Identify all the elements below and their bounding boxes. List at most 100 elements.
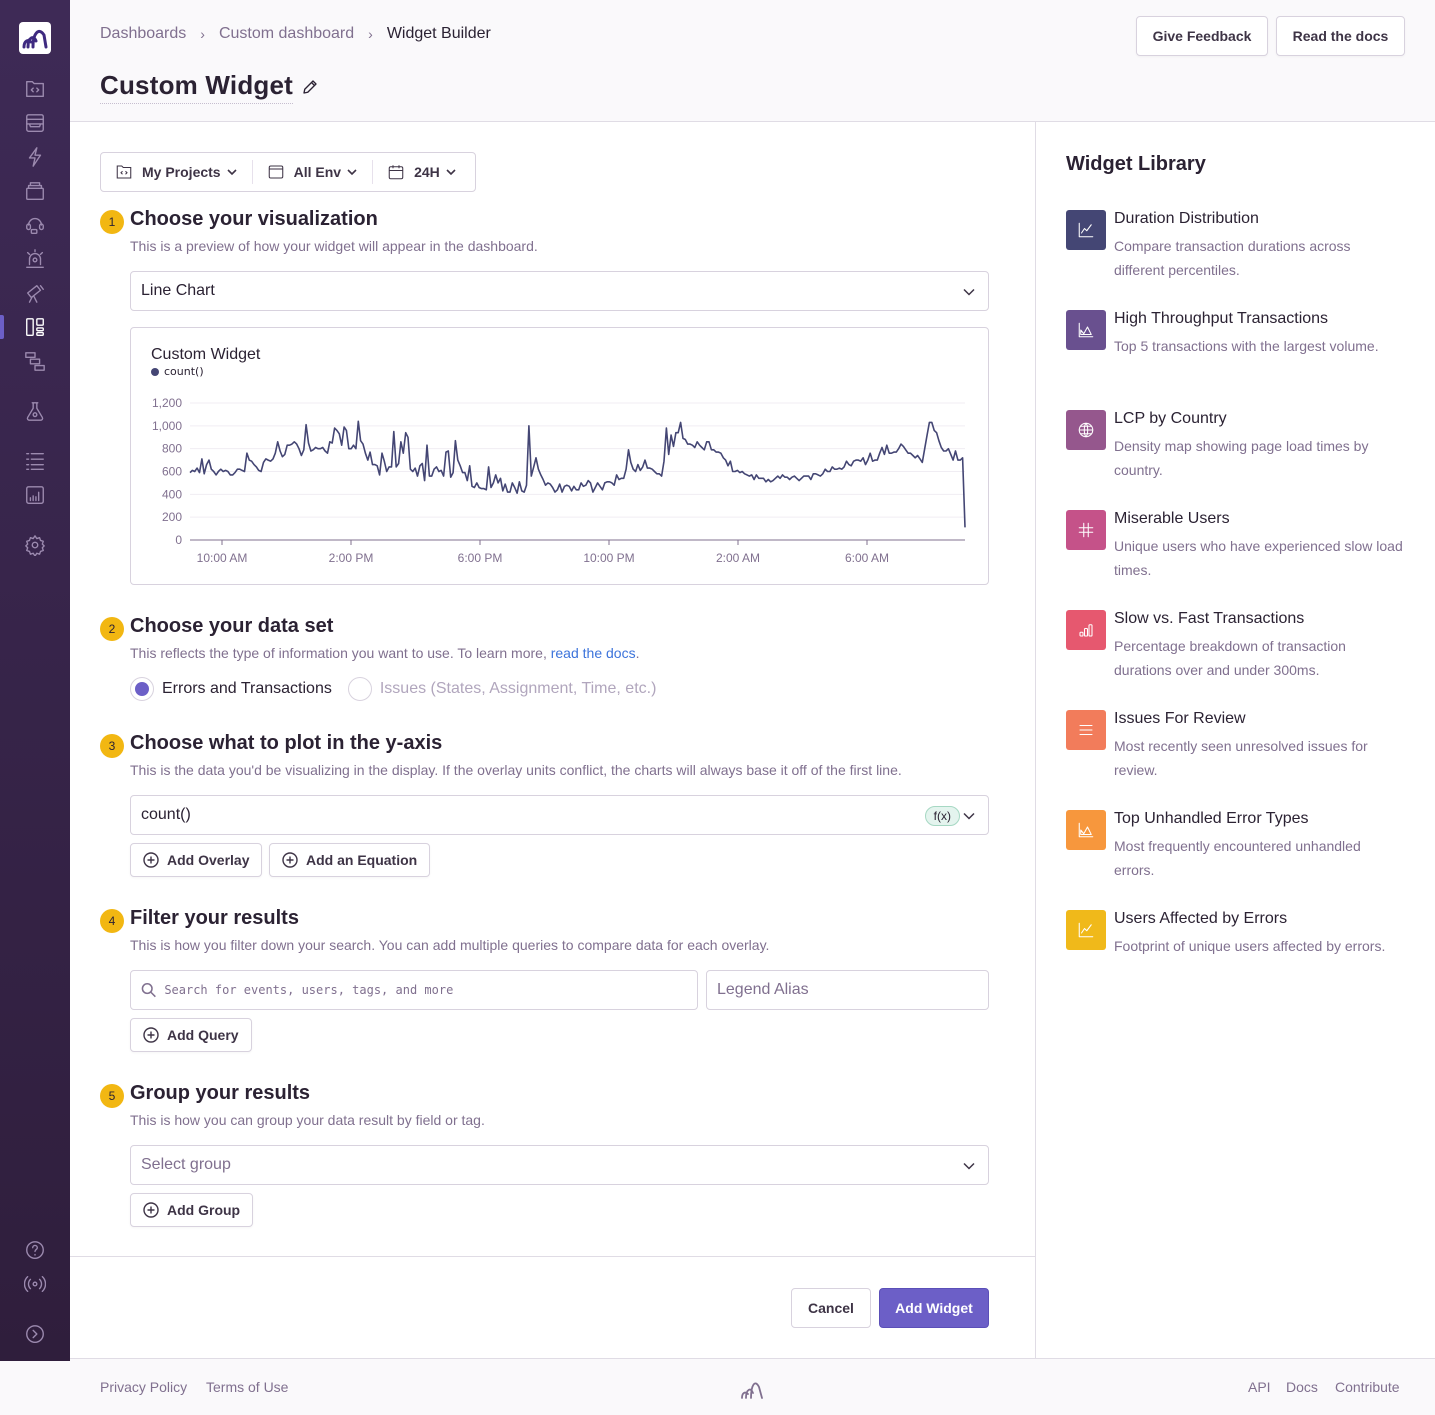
widget-icon-tile <box>1066 510 1106 550</box>
dataset-radio-group: Errors and Transactions Issues (States, … <box>130 677 672 701</box>
sidebar-item-performance[interactable] <box>23 145 47 169</box>
add-circle-icon <box>143 1027 159 1043</box>
pencil-icon[interactable] <box>301 78 319 96</box>
add-overlay-button[interactable]: Add Overlay <box>130 843 263 877</box>
list-icon <box>1079 724 1093 736</box>
add-circle-icon <box>282 852 298 868</box>
legend-alias-input[interactable] <box>706 970 989 1010</box>
x-tick-label: 2:00 PM <box>329 551 374 565</box>
calendar-icon <box>388 165 404 180</box>
sidebar-item-stats[interactable] <box>23 483 47 507</box>
y-tick-label: 1,000 <box>152 419 182 433</box>
globe-icon <box>1078 422 1094 438</box>
widget-icon-tile <box>1066 610 1106 650</box>
lightning-icon <box>28 147 42 167</box>
widget-icon-tile <box>1066 410 1106 450</box>
y-tick-label: 400 <box>162 487 182 501</box>
legend-label: count() <box>164 365 204 378</box>
search-input[interactable] <box>164 983 687 997</box>
cancel-button[interactable]: Cancel <box>791 1288 871 1328</box>
sidebar-collapse-button[interactable] <box>23 1322 47 1346</box>
chart-legend[interactable]: count() <box>151 365 204 378</box>
step-description: This is the data you'd be visualizing in… <box>130 762 902 778</box>
sidebar-item-issues[interactable] <box>23 111 47 135</box>
y-tick-label: 800 <box>162 442 182 456</box>
active-indicator <box>0 315 4 339</box>
widget-library-item-desc: Most frequently encountered unhandled er… <box>1114 838 1361 878</box>
add-group-label: Add Group <box>167 1202 241 1218</box>
sidebar-item-releases[interactable] <box>23 179 47 203</box>
dataset-option-label[interactable]: Errors and Transactions <box>162 680 332 698</box>
sentry-logo-icon <box>22 30 48 49</box>
step-number: 3 <box>100 734 124 758</box>
chevron-down-icon <box>446 169 456 176</box>
widget-library-title: Widget Library <box>1066 153 1206 175</box>
y-tick-label: 200 <box>162 510 182 524</box>
docs-link[interactable]: Docs <box>1286 1379 1318 1395</box>
terms-link[interactable]: Terms of Use <box>206 1379 288 1395</box>
x-tick-label: 2:00 AM <box>716 551 760 565</box>
step-title: Filter your results <box>130 907 299 929</box>
widget-library-item-title: Users Affected by Errors <box>1114 910 1288 927</box>
visualization-select[interactable]: Line Chart <box>130 271 989 311</box>
step-description: This is how you can group your data resu… <box>130 1112 485 1128</box>
sidebar-item-activity[interactable] <box>23 449 47 473</box>
privacy-policy-link[interactable]: Privacy Policy <box>100 1379 187 1395</box>
add-widget-button[interactable]: Add Widget <box>879 1288 989 1328</box>
widget-library-item-title: Duration Distribution <box>1114 210 1259 227</box>
date-range-selector[interactable]: 24H <box>372 160 471 184</box>
environment-selector[interactable]: All Env <box>251 160 372 184</box>
sidebar-item-monitors[interactable] <box>23 349 47 373</box>
step-title: Choose your data set <box>130 615 334 637</box>
widget-library-item-title: LCP by Country <box>1114 410 1227 427</box>
project-selector[interactable]: My Projects <box>101 153 252 191</box>
sidebar-item-alerts[interactable] <box>23 247 47 271</box>
breadcrumb-custom-dashboard[interactable]: Custom dashboard <box>219 25 354 43</box>
widget-library-item-title: Slow vs. Fast Transactions <box>1114 610 1305 627</box>
widget-library-item-desc: Top 5 transactions with the largest volu… <box>1114 338 1379 354</box>
dataset-radio-issues[interactable] <box>347 677 372 701</box>
api-link[interactable]: API <box>1248 1379 1271 1395</box>
x-tick-label: 6:00 PM <box>458 551 503 565</box>
dataset-radio-errors-transactions[interactable] <box>130 677 154 701</box>
sidebar-item-broadcasts[interactable] <box>23 1272 47 1296</box>
page-footer: Privacy Policy Terms of Use API Docs Con… <box>70 1358 1435 1415</box>
add-equation-button[interactable]: Add an Equation <box>269 843 431 877</box>
add-circle-icon <box>143 852 159 868</box>
step-description-end: . <box>635 645 640 661</box>
sidebar-item-help[interactable] <box>23 1238 47 1262</box>
contribute-link[interactable]: Contribute <box>1335 1379 1400 1395</box>
sidebar-item-user-feedback[interactable] <box>23 213 47 237</box>
page-header: Dashboards › Custom dashboard › Widget B… <box>70 0 1435 122</box>
org-logo[interactable] <box>19 22 51 54</box>
breadcrumb-dashboards[interactable]: Dashboards <box>100 25 186 43</box>
give-feedback-button[interactable]: Give Feedback <box>1136 16 1268 56</box>
group-select[interactable]: Select group <box>130 1145 989 1185</box>
window-icon <box>268 165 283 179</box>
chevron-down-icon <box>963 288 975 296</box>
sidebar-item-profiling[interactable] <box>23 399 47 423</box>
yaxis-select[interactable]: count() f(x) <box>130 795 989 835</box>
chevron-right-icon: › <box>200 26 205 42</box>
y-tick-label: 1,200 <box>152 396 182 410</box>
y-tick-label: 0 <box>175 533 182 547</box>
divider <box>70 1256 1036 1257</box>
sidebar-item-dashboards[interactable] <box>23 315 47 339</box>
page-title: Custom Widget <box>100 70 319 104</box>
sidebar-item-projects[interactable] <box>23 77 47 101</box>
inbox-icon <box>26 114 44 132</box>
add-group-button[interactable]: Add Group <box>130 1193 254 1227</box>
chevron-down-icon <box>963 1162 975 1170</box>
add-query-button[interactable]: Add Query <box>130 1018 252 1052</box>
yaxis-value: count() <box>141 806 191 823</box>
visualization-value: Line Chart <box>141 282 215 299</box>
read-docs-link[interactable]: read the docs <box>551 645 636 661</box>
breadcrumb: Dashboards › Custom dashboard › Widget B… <box>100 25 491 43</box>
sidebar-item-discover[interactable] <box>23 281 47 305</box>
step-title: Choose what to plot in the y-axis <box>130 732 443 754</box>
question-icon <box>26 1241 44 1259</box>
sidebar-item-settings[interactable] <box>23 533 47 557</box>
read-docs-button[interactable]: Read the docs <box>1276 16 1405 56</box>
widget-library-item-title: Issues For Review <box>1114 710 1246 727</box>
widget-title[interactable]: Custom Widget <box>100 70 294 104</box>
